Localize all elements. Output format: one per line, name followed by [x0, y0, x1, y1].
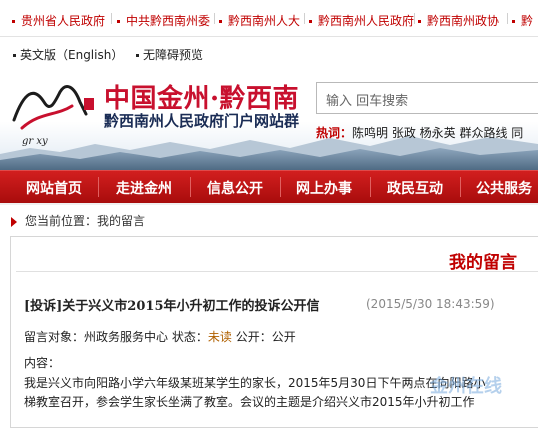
breadcrumb-text: 您当前位置：我的留言 — [25, 214, 146, 228]
top-link-label: 黔西南州政协 — [427, 14, 500, 28]
top-link-cppcc[interactable]: 黔西南州政协 — [418, 12, 499, 29]
message-title: [投诉]关于兴义市2015年小升初工作的投诉公开信 — [24, 299, 320, 314]
top-link-label: 黔西南州人民政府 — [318, 14, 415, 28]
top-link-prefecture-gov[interactable]: 黔西南州人民政府 — [309, 12, 414, 29]
nav-about-jinzhou[interactable]: 走进金州 — [116, 178, 172, 198]
hot-words-list[interactable]: 陈鸣明 张政 杨永英 群众路线 同 — [352, 126, 523, 140]
divider — [214, 13, 215, 24]
message-timestamp: (2015/5/30 18:43:59) — [366, 297, 495, 311]
top-link-label: 黔 — [521, 14, 534, 28]
top-link-party-committee[interactable]: 中共黔西南州委 — [117, 12, 210, 29]
search-placeholder: 输入 回车搜索 — [326, 94, 409, 109]
nav-public-services[interactable]: 公共服务 — [476, 178, 532, 198]
divider — [507, 13, 508, 24]
divider — [190, 177, 191, 197]
message-body-line: 我是兴义市向阳路小学六年级某班某学生的家长，2015年5月30日下午两点在向阳路… — [24, 376, 486, 390]
breadcrumb: 您当前位置：我的留言 — [11, 212, 145, 229]
content-label: 内容： — [24, 356, 61, 370]
target-label: 留言对象： — [24, 330, 85, 344]
english-version-link[interactable]: 英文版（English） — [13, 46, 123, 63]
accessible-preview-link[interactable]: 无障碍预览 — [136, 46, 203, 63]
site-watermark: 金州在线 — [430, 376, 502, 397]
message-meta: 留言对象：州政务服务中心 状态：未读 公开：公开 — [24, 328, 296, 345]
public-label: 公开： — [235, 330, 272, 344]
nav-online-services[interactable]: 网上办事 — [296, 178, 352, 198]
divider — [280, 177, 281, 197]
nav-citizen-interaction[interactable]: 政民互动 — [387, 178, 443, 198]
divider — [414, 13, 415, 24]
target-value: 州政务服务中心 — [84, 330, 169, 344]
top-link-label: 中共黔西南州委 — [126, 14, 211, 28]
main-nav: 网站首页 走进金州 信息公开 网上办事 政民互动 公共服务 — [0, 170, 538, 203]
accessible-preview-label: 无障碍预览 — [143, 48, 204, 62]
top-link-more[interactable]: 黔 — [512, 12, 533, 29]
panel-title: 我的留言 — [449, 253, 517, 273]
site-header: gr xy 中国金州·黔西南 黔西南州人民政府门户网站群 输入 回车搜索 热词：… — [0, 62, 538, 170]
nav-info-disclosure[interactable]: 信息公开 — [207, 178, 263, 198]
top-link-npc[interactable]: 黔西南州人大 — [219, 12, 300, 29]
divider — [98, 177, 99, 197]
search-input[interactable]: 输入 回车搜索 — [316, 82, 538, 114]
svg-text:gr xy: gr xy — [22, 136, 48, 147]
divider — [304, 13, 305, 24]
nav-underline — [0, 203, 538, 205]
divider — [370, 177, 371, 197]
top-links-bar: 贵州省人民政府 中共黔西南州委 黔西南州人大 黔西南州人民政府 黔西南州政协 黔 — [0, 0, 538, 37]
panel-divider — [16, 271, 538, 272]
arrow-right-icon — [11, 216, 17, 227]
status-value: 未读 — [207, 330, 232, 344]
top-link-label: 黔西南州人大 — [228, 14, 301, 28]
hot-words: 热词：陈鸣明 张政 杨永英 群众路线 同 — [316, 124, 523, 141]
top-link-guizhou-gov[interactable]: 贵州省人民政府 — [12, 12, 105, 29]
hot-words-label: 热词： — [316, 126, 353, 140]
top-link-label: 贵州省人民政府 — [21, 14, 106, 28]
status-label: 状态： — [171, 330, 208, 344]
divider — [111, 13, 112, 24]
divider — [460, 177, 461, 197]
public-value: 公开 — [271, 330, 296, 344]
english-version-label: 英文版（English） — [20, 48, 124, 62]
site-subtitle: 黔西南州人民政府门户网站群 — [104, 112, 300, 130]
nav-home[interactable]: 网站首页 — [26, 178, 82, 198]
message-body-line: 梯教室召开，参会学生家长坐满了教室。会议的主题是介绍兴义市2015年小升初工作 — [24, 395, 475, 409]
